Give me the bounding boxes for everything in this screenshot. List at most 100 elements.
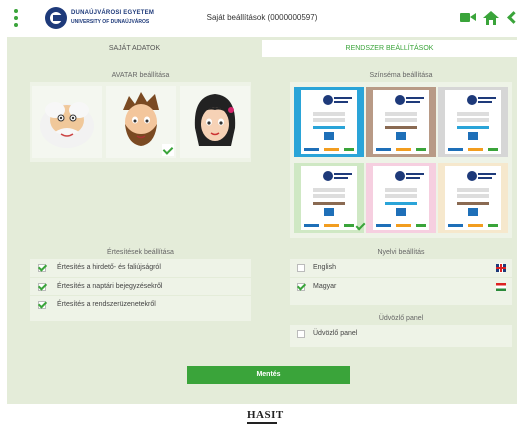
footer: HASIT [7, 404, 517, 430]
header-bar: DUNAÚJVÁROSI EGYETEM UNIVERSITY OF DUNAÚ… [7, 0, 517, 37]
preview-button [385, 126, 417, 129]
preview-subtitle-line [406, 177, 420, 179]
welcome-panel-label: Üdvözlő panel [313, 330, 358, 337]
color-theme-panel: Színséma beállítása [290, 70, 512, 238]
preview-field [313, 118, 345, 122]
login-preview-card [445, 166, 501, 230]
preview-button [313, 126, 345, 129]
preview-field [313, 188, 345, 192]
language-checkbox-hungarian[interactable] [297, 283, 305, 291]
university-seal-icon [467, 171, 477, 181]
book-icon [396, 132, 406, 140]
avatar-panel-heading: AVATAR beállítása [30, 70, 251, 82]
theme-thumbnail-4[interactable] [294, 163, 366, 233]
preview-field [385, 188, 417, 192]
login-preview-card [373, 166, 429, 230]
language-panel-heading: Nyelvi beállítás [290, 247, 512, 259]
university-seal-icon [395, 171, 405, 181]
tab-bar: SAJÁT ADATOK RENDSZER BEÁLLÍTÁSOK [7, 40, 517, 57]
preview-title-line [478, 97, 496, 99]
preview-field [313, 194, 345, 198]
preview-field [385, 194, 417, 198]
preview-button [457, 202, 489, 205]
preview-title-line [334, 173, 352, 175]
avatar-option-scientist[interactable] [32, 86, 102, 158]
preview-subtitle-line [478, 101, 492, 103]
avatar-panel: AVATAR beállítása [30, 70, 251, 162]
language-panel: Nyelvi beállítás English Magyar [290, 247, 512, 305]
back-arrow-icon[interactable] [507, 11, 517, 25]
language-label-hungarian: Magyar [313, 283, 337, 290]
notifications-panel-heading: Értesítések beállítása [30, 247, 251, 259]
preview-footer-logos [376, 148, 426, 151]
welcome-panel-settings: Üdvözlő panel Üdvözlő panel [290, 313, 512, 347]
preview-footer-logos [376, 224, 426, 227]
notification-label-board: Értesítés a hirdető- és faliújságról [57, 264, 161, 271]
notification-label-calendar: Értesítés a naptári bejegyzésekről [57, 283, 163, 290]
avatar-option-bearded-man[interactable] [106, 86, 176, 158]
preview-subtitle-line [334, 177, 348, 179]
theme-thumbnail-2[interactable] [366, 87, 436, 157]
university-seal-icon [323, 171, 333, 181]
preview-field [457, 188, 489, 192]
notifications-panel: Értesítések beállítása Értesítés a hirde… [30, 247, 251, 321]
theme-thumbnail-6[interactable] [438, 163, 508, 233]
avatar-option-woman[interactable] [180, 86, 250, 158]
preview-field [457, 194, 489, 198]
notification-checkbox-system[interactable] [38, 301, 46, 309]
preview-field [457, 112, 489, 116]
tab-own-data[interactable]: SAJÁT ADATOK [7, 40, 262, 57]
notification-row-system[interactable]: Értesítés a rendszerüzenetekről [30, 295, 251, 313]
login-preview-card [373, 90, 429, 154]
book-icon [324, 132, 334, 140]
preview-footer-logos [448, 224, 498, 227]
hasit-logo: HASIT [247, 409, 283, 425]
preview-title-line [478, 173, 496, 175]
preview-footer-logos [304, 224, 354, 227]
notification-label-system: Értesítés a rendszerüzenetekről [57, 301, 156, 308]
save-button[interactable]: Mentés [187, 366, 350, 384]
selected-check-icon [355, 220, 366, 231]
welcome-panel-row[interactable]: Üdvözlő panel [290, 325, 512, 343]
preview-button [385, 202, 417, 205]
preview-title-line [406, 97, 424, 99]
home-icon[interactable] [483, 11, 499, 25]
notification-checkbox-board[interactable] [38, 264, 46, 272]
theme-thumbnail-3[interactable] [438, 87, 508, 157]
preview-button [313, 202, 345, 205]
video-camera-icon[interactable] [460, 11, 476, 25]
language-row-hungarian[interactable]: Magyar [290, 277, 512, 295]
university-seal-icon [323, 95, 333, 105]
login-preview-card [301, 166, 357, 230]
preview-title-line [406, 173, 424, 175]
language-row-english[interactable]: English [290, 259, 512, 277]
preview-footer-logos [448, 148, 498, 151]
preview-subtitle-line [406, 101, 420, 103]
preview-field [457, 118, 489, 122]
theme-thumbnail-5[interactable] [366, 163, 436, 233]
notification-row-calendar[interactable]: Értesítés a naptári bejegyzésekről [30, 277, 251, 295]
preview-footer-logos [304, 148, 354, 151]
dark-haired-woman-avatar [194, 94, 236, 146]
theme-panel-heading: Színséma beállítása [290, 70, 512, 82]
book-icon [396, 208, 406, 216]
notification-checkbox-calendar[interactable] [38, 283, 46, 291]
language-checkbox-english[interactable] [297, 264, 305, 272]
book-icon [468, 208, 478, 216]
university-seal-icon [467, 95, 477, 105]
book-icon [468, 132, 478, 140]
app-frame: DUNAÚJVÁROSI EGYETEM UNIVERSITY OF DUNAÚ… [7, 0, 517, 430]
tab-system-settings[interactable]: RENDSZER BEÁLLÍTÁSOK [262, 40, 517, 57]
welcome-panel-heading: Üdvözlő panel [290, 313, 512, 325]
login-preview-card [445, 90, 501, 154]
welcome-panel-checkbox[interactable] [297, 330, 305, 338]
login-preview-card [301, 90, 357, 154]
book-icon [324, 208, 334, 216]
avatar-options [30, 84, 251, 160]
preview-subtitle-line [478, 177, 492, 179]
preview-field [385, 112, 417, 116]
notification-row-board[interactable]: Értesítés a hirdető- és faliújságról [30, 259, 251, 277]
theme-thumbnail-1[interactable] [294, 87, 364, 157]
page-title: Saját beállítások (0000000597) [206, 13, 318, 22]
uk-flag-icon [496, 264, 506, 272]
